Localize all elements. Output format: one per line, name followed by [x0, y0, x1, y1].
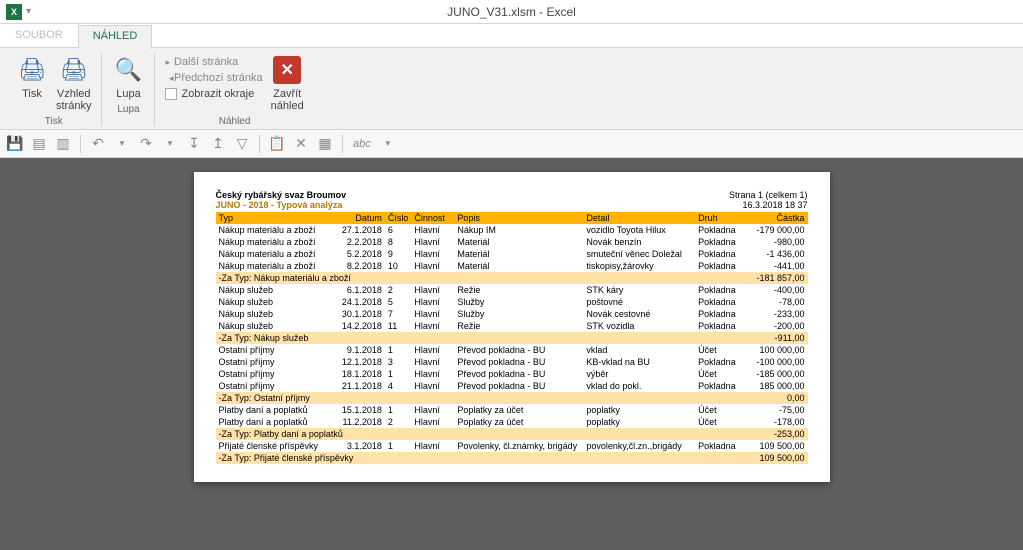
qat-delete-icon[interactable]: ✕: [290, 133, 312, 155]
quick-access-toolbar: 💾 ▤ ▥ ↶ ▾ ↷ ▾ ↧ ↥ ▽ 📋 ✕ ▦ abc ▾: [0, 130, 1023, 158]
report-page-info: Strana 1 (celkem 1): [729, 190, 808, 200]
table-row: Nákup služeb24.1.20185HlavníSlužbypoštov…: [216, 296, 808, 308]
ribbon-group-zoom: Lupa Lupa: [102, 52, 155, 127]
qat-overflow-icon[interactable]: ▾: [377, 133, 399, 155]
qat-sort-desc-icon[interactable]: ↥: [207, 133, 229, 155]
qat-archive-icon[interactable]: ▥: [52, 133, 74, 155]
arrow-left-icon: [165, 72, 174, 84]
qat-spellcheck-button[interactable]: abc: [349, 133, 375, 155]
ribbon-group-print: Tisk Vzhled stránky Tisk: [6, 52, 102, 127]
group-label-preview: Náhled: [219, 116, 251, 127]
qat-folder-icon[interactable]: ▤: [28, 133, 50, 155]
group-label-zoom: Lupa: [117, 104, 139, 115]
table-row: Nákup materiálu a zboží27.1.20186HlavníN…: [216, 224, 808, 236]
qat-separator: [259, 135, 260, 153]
printer-icon: [16, 54, 48, 86]
col-datum: Datum: [332, 212, 385, 224]
col-cislo: Číslo: [385, 212, 412, 224]
qat-table-icon[interactable]: ▦: [314, 133, 336, 155]
close-preview-button[interactable]: ✕ Zavřít náhled: [267, 52, 308, 114]
table-row: Nákup služeb30.1.20187HlavníSlužbyNovák …: [216, 308, 808, 320]
window-title: JUNO_V31.xlsm - Excel: [447, 5, 576, 19]
qat-filter-icon[interactable]: ▽: [231, 133, 253, 155]
subtotal-row: -Za Typ: Platby daní a poplatků-253,00: [216, 428, 808, 440]
magnifier-icon: [112, 54, 144, 86]
qat-separator: [80, 135, 81, 153]
table-row: Nákup materiálu a zboží8.2.201810HlavníM…: [216, 260, 808, 272]
qat-save-icon[interactable]: 💾: [4, 133, 26, 155]
table-row: Ostatní příjmy12.1.20183HlavníPřevod pok…: [216, 356, 808, 368]
table-row: Platby daní a poplatků11.2.20182HlavníPo…: [216, 416, 808, 428]
zoom-button[interactable]: Lupa: [108, 52, 148, 102]
report-org: Český rybářský svaz Broumov: [216, 190, 347, 200]
table-row: Ostatní příjmy18.1.20181HlavníPřevod pok…: [216, 368, 808, 380]
col-typ: Typ: [216, 212, 333, 224]
subtotal-row: -Za Typ: Ostatní příjmy0,00: [216, 392, 808, 404]
table-row: Ostatní příjmy21.1.20184HlavníPřevod pok…: [216, 380, 808, 392]
qat-undo-icon[interactable]: ↶: [87, 133, 109, 155]
tab-file[interactable]: SOUBOR: [0, 24, 78, 48]
print-button[interactable]: Tisk: [12, 52, 52, 102]
window-titlebar: ▾ JUNO_V31.xlsm - Excel: [0, 0, 1023, 24]
table-row: Nákup materiálu a zboží2.2.20188HlavníMa…: [216, 236, 808, 248]
next-page-button[interactable]: Další stránka: [165, 56, 262, 68]
page-layout-icon: [58, 54, 90, 86]
col-detail: Detail: [583, 212, 695, 224]
arrow-right-icon: [165, 56, 174, 68]
table-row: Nákup služeb6.1.20182HlavníRežieSTK káry…: [216, 284, 808, 296]
col-druh: Druh: [695, 212, 747, 224]
qat-redo-icon[interactable]: ↷: [135, 133, 157, 155]
qat-dropdown-icon[interactable]: ▾: [111, 133, 133, 155]
table-header-row: Typ Datum Číslo Činnost Popis Detail Dru…: [216, 212, 808, 224]
col-cinnost: Činnost: [411, 212, 454, 224]
show-margins-checkbox[interactable]: Zobrazit okraje: [165, 88, 262, 100]
excel-app-icon: [6, 4, 22, 20]
col-popis: Popis: [454, 212, 583, 224]
table-row: Nákup materiálu a zboží5.2.20189HlavníMa…: [216, 248, 808, 260]
checkbox-icon: [165, 88, 177, 100]
qat-dropdown-icon[interactable]: ▾: [159, 133, 181, 155]
ribbon-tabs: SOUBOR NÁHLED: [0, 24, 1023, 48]
prev-page-button[interactable]: Předchozí stránka: [165, 72, 262, 84]
qat-paste-icon[interactable]: 📋: [266, 133, 288, 155]
page-layout-button[interactable]: Vzhled stránky: [52, 52, 95, 114]
close-icon: ✕: [273, 56, 301, 84]
ribbon-group-preview: Další stránka Předchozí stránka Zobrazit…: [155, 52, 313, 127]
table-row: Platby daní a poplatků15.1.20181HlavníPo…: [216, 404, 808, 416]
subtotal-row: -Za Typ: Přijaté členské příspěvky109 50…: [216, 452, 808, 464]
table-row: Ostatní příjmy9.1.20181HlavníPřevod pokl…: [216, 344, 808, 356]
ribbon: Tisk Vzhled stránky Tisk Lupa Lupa Další…: [0, 48, 1023, 130]
report-timestamp: 16.3.2018 18 37: [729, 200, 808, 210]
report-subtitle: JUNO - 2018 - Typová analýza: [216, 200, 347, 210]
tab-preview[interactable]: NÁHLED: [78, 25, 153, 49]
col-castka: Částka: [747, 212, 807, 224]
table-row: Přijaté členské příspěvky3.1.20181Hlavní…: [216, 440, 808, 452]
report-table: Typ Datum Číslo Činnost Popis Detail Dru…: [216, 212, 808, 464]
qat-separator: [342, 135, 343, 153]
subtotal-row: -Za Typ: Nákup služeb-911,00: [216, 332, 808, 344]
group-label-print: Tisk: [45, 116, 63, 127]
preview-page: Český rybářský svaz Broumov JUNO - 2018 …: [194, 172, 830, 482]
table-row: Nákup služeb14.2.201811HlavníRežieSTK vo…: [216, 320, 808, 332]
print-preview-workspace: Český rybářský svaz Broumov JUNO - 2018 …: [0, 158, 1023, 550]
subtotal-row: -Za Typ: Nákup materiálu a zboží-181 857…: [216, 272, 808, 284]
qat-sort-asc-icon[interactable]: ↧: [183, 133, 205, 155]
